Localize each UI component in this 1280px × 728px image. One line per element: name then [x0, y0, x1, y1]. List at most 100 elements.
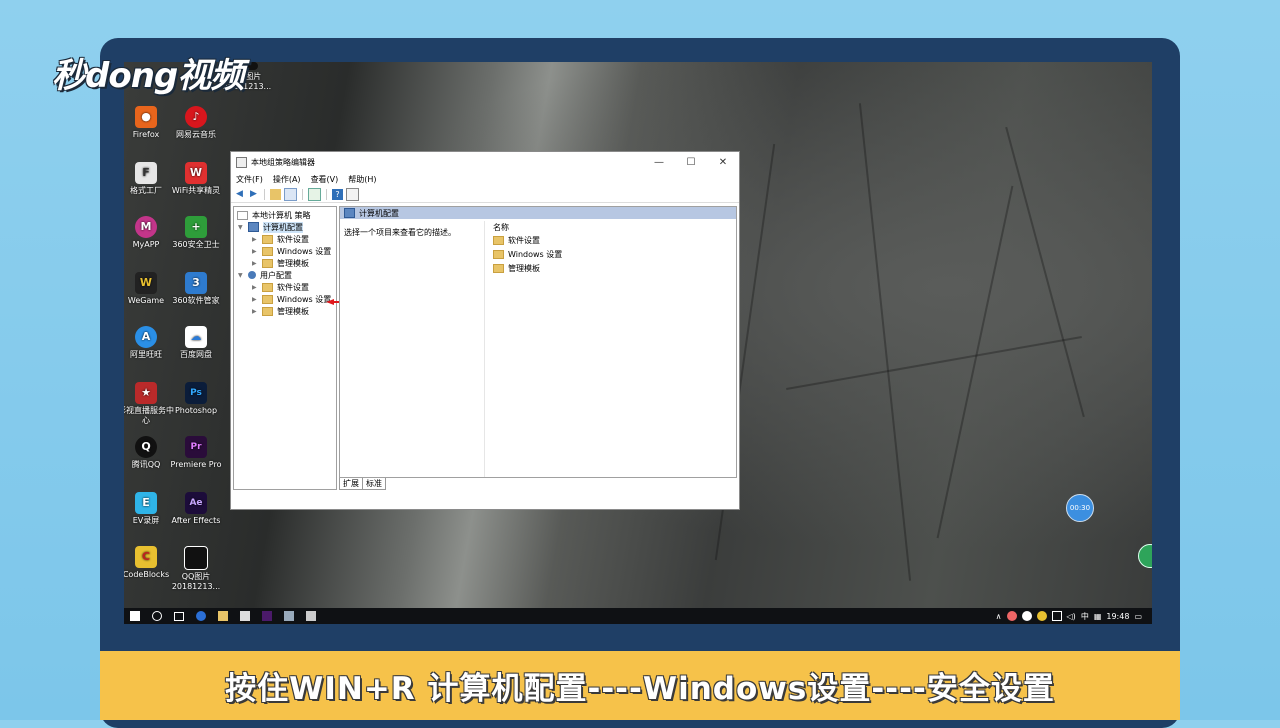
details-pane: 计算机配置 选择一个项目来查看它的描述。 名称 软件设置 Windows 设置 — [339, 206, 737, 478]
software-manager-icon: 3 — [185, 272, 207, 294]
back-arrow-icon[interactable]: ◀ — [234, 189, 245, 200]
title-bar[interactable]: 本地组策略编辑器 — ☐ ✕ — [231, 152, 739, 172]
minimize-button[interactable]: — — [643, 152, 675, 172]
collapse-arrow-icon[interactable]: ▼ — [238, 224, 244, 231]
tree-user-config[interactable]: ▼ 用户配置 — [238, 269, 292, 281]
export-list-icon[interactable] — [308, 187, 321, 201]
keyboard-icon[interactable]: ▦ — [1094, 612, 1102, 621]
list-item-windows-settings[interactable]: Windows 设置 — [485, 247, 736, 261]
folder-icon — [493, 249, 504, 259]
show-hide-tree-icon[interactable] — [284, 187, 297, 201]
volume-icon[interactable]: ◁) — [1067, 612, 1076, 621]
expand-arrow-icon[interactable]: ▶ — [252, 284, 258, 291]
tray-app-icon[interactable] — [1006, 611, 1017, 621]
tree-computer-windows-settings[interactable]: ▶ Windows 设置 — [252, 245, 331, 257]
desktop-icon-netease-music[interactable]: ♪ 网易云音乐 — [167, 106, 225, 140]
policy-editor-taskbar-icon[interactable] — [284, 611, 294, 621]
properties-icon[interactable] — [346, 187, 359, 201]
recorder-icon: E — [135, 492, 157, 514]
logo: 秒dong视频 — [52, 56, 244, 96]
taskbar: ∧ ◁) 中 ▦ 19:48 ▭ — [124, 608, 1152, 624]
wifi-icon: W — [185, 162, 207, 184]
menu-view[interactable]: 查看(V) — [311, 174, 339, 185]
menu-action[interactable]: 操作(A) — [273, 174, 301, 185]
toolbar-divider — [326, 188, 327, 200]
premiere-taskbar-icon[interactable] — [262, 611, 272, 621]
tree-computer-config[interactable]: ▼ 计算机配置 — [238, 221, 303, 233]
desktop-icon-after-effects[interactable]: Ae After Effects — [167, 492, 225, 526]
expand-arrow-icon[interactable]: ▶ — [252, 248, 258, 255]
tab-standard[interactable]: 标准 — [362, 478, 386, 490]
notification-icon[interactable]: ▭ — [1134, 612, 1142, 621]
folder-icon — [262, 258, 273, 268]
list-item-admin-templates[interactable]: 管理模板 — [485, 261, 736, 275]
desktop-icon-wifi-share[interactable]: W WiFi共享精灵 — [167, 162, 225, 196]
caption-text: 按住WIN+R 计算机配置----Windows设置----安全设置 — [225, 671, 1055, 707]
ime-indicator[interactable]: 中 — [1081, 611, 1089, 622]
computer-icon — [248, 222, 259, 232]
help-icon[interactable]: ? — [332, 188, 343, 200]
maximize-button[interactable]: ☐ — [675, 152, 707, 172]
chat-icon: A — [135, 326, 157, 348]
network-icon[interactable] — [1051, 611, 1062, 621]
edge-icon[interactable] — [196, 611, 206, 621]
menu-file[interactable]: 文件(F) — [236, 174, 263, 185]
computer-icon — [344, 208, 355, 218]
up-folder-icon[interactable] — [270, 188, 281, 200]
folder-icon — [262, 246, 273, 256]
store-icon[interactable] — [240, 611, 250, 621]
windows-start-icon[interactable] — [130, 611, 140, 621]
folder-icon — [262, 282, 273, 292]
photoshop-icon: Ps — [185, 382, 207, 404]
expand-arrow-icon[interactable]: ▶ — [252, 260, 258, 267]
penguin-icon: Q — [135, 436, 157, 458]
search-icon[interactable] — [152, 611, 162, 621]
tree-user-admin-templates[interactable]: ▶ 管理模板 — [252, 305, 309, 317]
after-effects-icon: Ae — [185, 492, 207, 514]
shield-icon: + — [185, 216, 207, 238]
toolbar-divider — [264, 188, 265, 200]
tree-computer-software-settings[interactable]: ▶ 软件设置 — [252, 233, 309, 245]
task-view-icon[interactable] — [174, 611, 184, 621]
tree-computer-admin-templates[interactable]: ▶ 管理模板 — [252, 257, 309, 269]
clock[interactable]: 19:48 — [1106, 612, 1129, 621]
expand-arrow-icon[interactable]: ▶ — [252, 236, 258, 243]
close-button[interactable]: ✕ — [707, 152, 739, 172]
folder-icon — [262, 294, 273, 304]
list-item-software-settings[interactable]: 软件设置 — [485, 233, 736, 247]
desktop-icon-qq-image-bottom[interactable]: QQ图片20181213... — [167, 546, 225, 592]
tree-root[interactable]: 本地计算机 策略 — [237, 209, 311, 221]
menu-help[interactable]: 帮助(H) — [348, 174, 376, 185]
chevron-up-icon[interactable]: ∧ — [996, 612, 1002, 621]
file-explorer-icon[interactable] — [218, 611, 228, 621]
desktop-icon-baidu-netdisk[interactable]: ☁ 百度网盘 — [167, 326, 225, 360]
tray-qq-icon[interactable] — [1021, 611, 1032, 621]
caption-bar: 按住WIN+R 计算机配置----Windows设置----安全设置 — [100, 651, 1180, 720]
codeblocks-icon: C — [135, 546, 157, 568]
forward-arrow-icon[interactable]: ▶ — [248, 189, 259, 200]
premiere-icon: Pr — [185, 436, 207, 458]
desktop-icon-360-software[interactable]: 3 360软件管家 — [167, 272, 225, 306]
expand-arrow-icon[interactable]: ▶ — [252, 296, 258, 303]
format-factory-icon: F — [135, 162, 157, 184]
tree-user-windows-settings[interactable]: ▶ Windows 设置 — [252, 293, 331, 305]
image-icon — [184, 546, 208, 570]
wegame-icon: W — [135, 272, 157, 294]
desktop-icon-photoshop[interactable]: Ps Photoshop — [167, 382, 225, 416]
collapse-arrow-icon[interactable]: ▼ — [238, 272, 244, 279]
floating-button[interactable] — [1138, 544, 1152, 568]
desktop: QQ图片20181213... ● Firefox ♪ 网易云音乐 F 格式工厂… — [124, 62, 1152, 624]
tab-extended[interactable]: 扩展 — [339, 478, 363, 490]
desktop-icon-premiere[interactable]: Pr Premiere Pro — [167, 436, 225, 470]
folder-icon — [262, 234, 273, 244]
music-icon: ♪ — [185, 106, 207, 128]
recording-timer[interactable]: 00:30 — [1066, 494, 1094, 522]
app-taskbar-icon[interactable] — [306, 611, 316, 621]
tray-360-icon[interactable] — [1036, 611, 1047, 621]
menu-bar: 文件(F) 操作(A) 查看(V) 帮助(H) — [231, 172, 739, 186]
desktop-icon-360-safe[interactable]: + 360安全卫士 — [167, 216, 225, 250]
policy-icon — [237, 210, 248, 220]
tree-user-software-settings[interactable]: ▶ 软件设置 — [252, 281, 309, 293]
column-header-name[interactable]: 名称 — [485, 221, 736, 233]
expand-arrow-icon[interactable]: ▶ — [252, 308, 258, 315]
